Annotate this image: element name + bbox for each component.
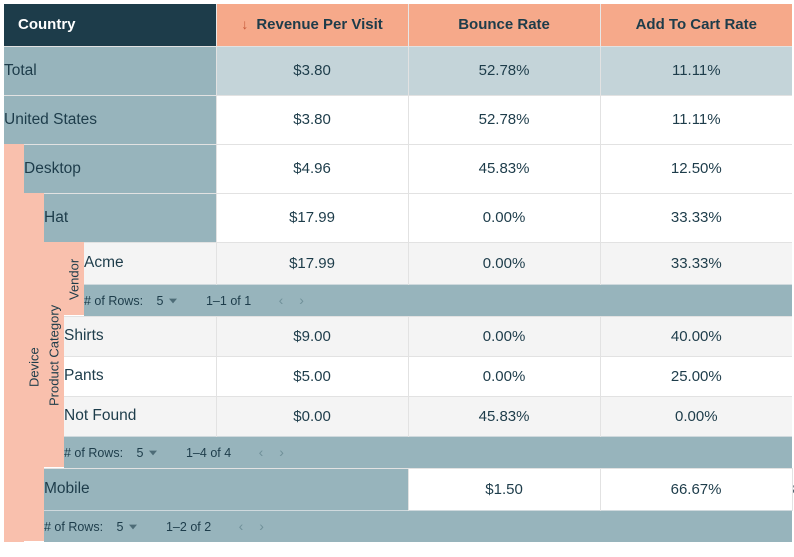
sort-desc-icon: ↓ [241,16,248,32]
pager-range: 1–2 of 2 [166,520,211,534]
pager-range: 1–4 of 4 [186,446,231,460]
label-us[interactable]: United States [4,95,216,144]
cell-us-br: 52.78% [408,95,600,144]
pager-nav: ‹ › [273,292,310,308]
cell-desktop-atc: 12.50% [600,144,792,193]
cell-shirts-atc: 40.00% [600,316,792,356]
cell-notfound-rpv: $0.00 [216,396,408,436]
cell-desktop-rpv: $4.96 [216,144,408,193]
row-notfound: Not Found $0.00 45.83% 0.00% [4,396,792,436]
cell-hat-rpv: $17.99 [216,193,408,242]
cell-total-br: 52.78% [408,46,600,95]
cell-hat-atc: 33.33% [600,193,792,242]
cell-mobile-br: 66.67% [600,468,792,510]
pager-device-row: # of Rows: 5 1–2 of 2 ‹ › [4,510,792,542]
cell-shirts-br: 0.00% [408,316,600,356]
header-dimension[interactable]: Country [4,4,216,46]
cell-mobile-rpv: $1.50 [408,468,600,510]
cell-shirts-rpv: $9.00 [216,316,408,356]
pager-prodcat: # of Rows: 5 1–4 of 4 ‹ › [64,436,792,468]
row-hat: Device Hat $17.99 0.00% 33.33% [4,193,792,242]
header-dimension-label: Country [18,16,76,33]
label-desktop[interactable]: Desktop [24,144,216,193]
cell-pants-atc: 25.00% [600,356,792,396]
row-pants: Pants $5.00 0.00% 25.00% [4,356,792,396]
cell-desktop-br: 45.83% [408,144,600,193]
row-desktop: Desktop $4.96 45.83% 12.50% [4,144,792,193]
pad-country [4,144,24,542]
label-pants[interactable]: Pants [64,356,216,396]
pager-vendor-row: # of Rows: 5 1–1 of 1 ‹ › [4,284,792,316]
row-acme: Product Category Vendor Acme $17.99 0.00… [4,242,792,284]
label-total[interactable]: Total [4,46,216,95]
pager-rows-label: # of Rows: [44,520,103,534]
pager-prev-icon[interactable]: ‹ [259,444,264,460]
cell-pants-rpv: $5.00 [216,356,408,396]
pager-rows-label: # of Rows: [64,446,123,460]
side-label-product-category: Product Category [44,242,64,468]
cell-total-rpv: $3.80 [216,46,408,95]
row-total: Total $3.80 52.78% 11.11% [4,46,792,95]
pager-vendor: # of Rows: 5 1–1 of 1 ‹ › [84,284,792,316]
pager-next-icon[interactable]: › [279,444,284,460]
pager-device: # of Rows: 5 1–2 of 2 ‹ › [44,510,792,542]
pager-prev-icon[interactable]: ‹ [279,292,284,308]
cell-hat-br: 0.00% [408,193,600,242]
side-label-device: Device [24,193,44,542]
pager-prodcat-row: # of Rows: 5 1–4 of 4 ‹ › [4,436,792,468]
pager-prev-icon[interactable]: ‹ [239,518,244,534]
pager-next-icon[interactable]: › [259,518,264,534]
pager-next-icon[interactable]: › [299,292,304,308]
pager-size-select[interactable]: 5 [157,294,177,308]
cell-total-atc: 11.11% [600,46,792,95]
cell-pants-br: 0.00% [408,356,600,396]
cell-notfound-atc: 0.00% [600,396,792,436]
chevron-down-icon [169,298,177,304]
cell-acme-rpv: $17.99 [216,242,408,284]
side-label-vendor: Vendor [64,242,84,316]
label-hat[interactable]: Hat [44,193,216,242]
pager-size-select[interactable]: 5 [137,446,157,460]
row-us: United States $3.80 52.78% 11.11% [4,95,792,144]
pager-size-select[interactable]: 5 [117,520,137,534]
pivot-table: Country ↓Revenue Per Visit Bounce Rate A… [4,4,792,542]
header-metric-atc[interactable]: Add To Cart Rate [600,4,792,46]
pager-range: 1–1 of 1 [206,294,251,308]
header-row: Country ↓Revenue Per Visit Bounce Rate A… [4,4,792,46]
header-metric-bounce[interactable]: Bounce Rate [408,4,600,46]
pager-nav: ‹ › [253,444,290,460]
cell-acme-atc: 33.33% [600,242,792,284]
row-mobile: Mobile $1.50 66.67% 8.33% [4,468,792,510]
cell-acme-br: 0.00% [408,242,600,284]
chevron-down-icon [129,524,137,530]
label-notfound[interactable]: Not Found [64,396,216,436]
chevron-down-icon [149,450,157,456]
label-shirts[interactable]: Shirts [64,316,216,356]
pager-rows-label: # of Rows: [84,294,143,308]
cell-us-rpv: $3.80 [216,95,408,144]
row-shirts: Shirts $9.00 0.00% 40.00% [4,316,792,356]
cell-us-atc: 11.11% [600,95,792,144]
pager-nav: ‹ › [233,518,270,534]
label-mobile[interactable]: Mobile [44,468,408,510]
label-acme[interactable]: Acme [84,242,216,284]
cell-notfound-br: 45.83% [408,396,600,436]
header-metric-rpv[interactable]: ↓Revenue Per Visit [216,4,408,46]
